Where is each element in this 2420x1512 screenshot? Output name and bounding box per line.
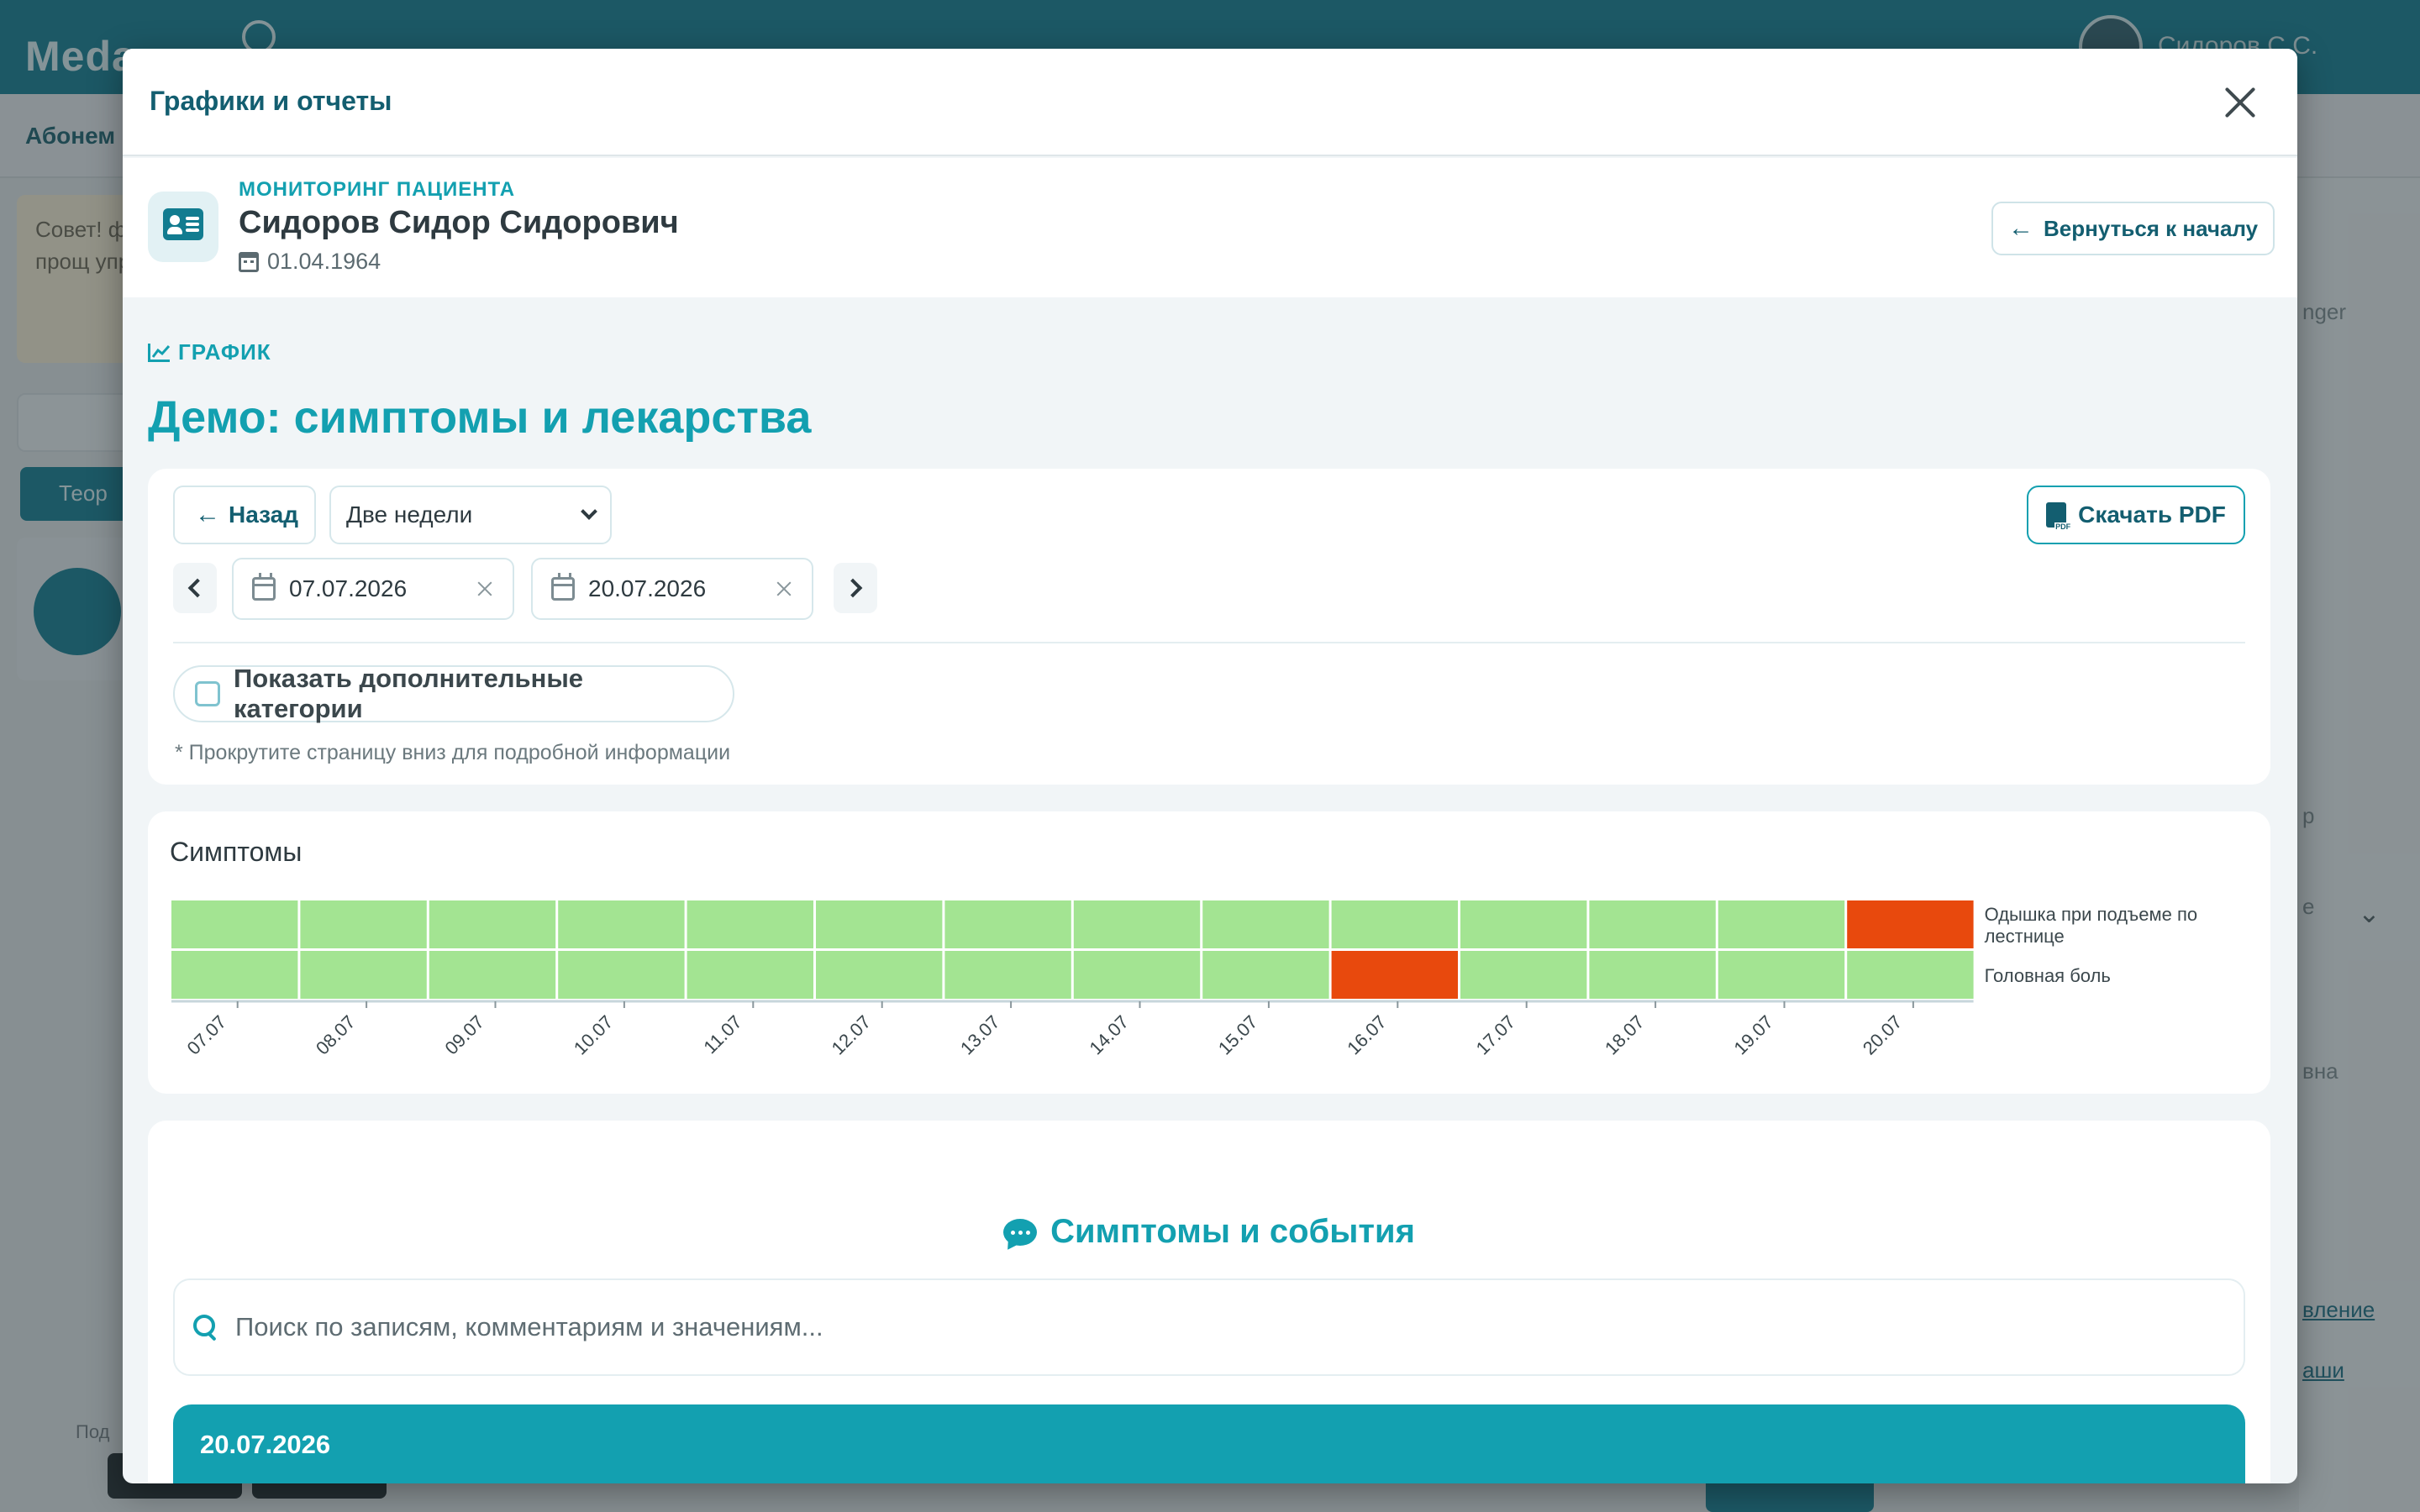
arrow-left-icon: ← <box>195 501 220 528</box>
patient-dob: 01.04.1964 <box>239 249 381 275</box>
heatmap-cell <box>1202 900 1329 948</box>
patient-dob-value: 01.04.1964 <box>267 249 381 274</box>
close-icon[interactable] <box>2218 81 2262 124</box>
heatmap-cell <box>1460 900 1587 948</box>
heatmap-cell <box>1847 900 1974 948</box>
show-extra-categories-toggle[interactable]: Показать дополнительные категории <box>173 664 734 723</box>
x-tick-label: 19.07 <box>1729 1011 1777 1059</box>
x-tick-label: 17.07 <box>1472 1011 1520 1059</box>
heatmap-cell <box>429 900 556 948</box>
arrow-left-icon: ← <box>2008 214 2033 242</box>
x-tick-label: 07.07 <box>183 1011 231 1059</box>
chevron-down-icon <box>581 503 597 520</box>
events-title-label: Симптомы и события <box>1050 1213 1415 1250</box>
heatmap-cell <box>944 900 1071 948</box>
calendar-icon <box>551 573 575 601</box>
date-to-value: 20.07.2026 <box>588 575 707 601</box>
divider <box>173 642 2245 643</box>
reports-modal: Графики и отчеты МОНИТОРИНГ ПАЦИЕНТА Сид… <box>123 49 2297 1483</box>
clear-icon[interactable] <box>775 580 793 598</box>
back-button[interactable]: ← Назад <box>173 486 316 544</box>
row-label: Одышка при подъеме по лестнице <box>1985 904 2198 947</box>
clear-icon[interactable] <box>476 580 494 598</box>
next-period-button[interactable] <box>834 563 877 613</box>
back-to-start-button[interactable]: ← Вернуться к началу <box>1991 202 2275 255</box>
patient-bar: МОНИТОРИНГ ПАЦИЕНТА Сидоров Сидор Сидоро… <box>123 158 2297 297</box>
calendar-icon <box>239 251 259 272</box>
date-from-value: 07.07.2026 <box>289 575 408 601</box>
heatmap-cell <box>1331 900 1458 948</box>
checkbox[interactable] <box>195 681 220 706</box>
modal-header: Графики и отчеты <box>123 49 2297 156</box>
date-from-field[interactable]: 07.07.2026 <box>232 558 514 620</box>
x-tick-label: 16.07 <box>1343 1011 1391 1059</box>
section-kicker: ГРАФИК <box>148 339 271 365</box>
heatmap-cell <box>1589 900 1716 948</box>
controls-card: ← Назад Две недели Скачать PDF 07.07.202… <box>148 469 2270 785</box>
show-extra-categories-label: Показать дополнительные категории <box>234 664 584 723</box>
x-tick-label: 11.07 <box>699 1011 745 1058</box>
comment-dots-icon <box>1003 1218 1038 1246</box>
heatmap-cell <box>558 951 685 999</box>
date-to-field[interactable]: 20.07.2026 <box>531 558 813 620</box>
heatmap-cell <box>1460 951 1587 999</box>
page-title: Демо: симптомы и лекарства <box>148 392 812 443</box>
previous-period-button[interactable] <box>173 563 217 613</box>
x-tick-label: 20.07 <box>1859 1011 1907 1059</box>
heatmap-cell <box>1073 951 1201 999</box>
search-icon <box>193 1315 218 1340</box>
x-tick-label: 12.07 <box>828 1011 876 1059</box>
x-tick-label: 18.07 <box>1601 1011 1649 1059</box>
x-tick-label: 14.07 <box>1085 1011 1133 1059</box>
chevron-right-icon <box>843 578 863 598</box>
heatmap-cell <box>1331 951 1458 999</box>
period-select[interactable]: Две недели <box>329 486 612 544</box>
download-pdf-label: Скачать PDF <box>2078 501 2226 528</box>
heatmap-cell <box>1589 951 1716 999</box>
calendar-icon <box>252 573 276 601</box>
chevron-left-icon <box>187 578 208 598</box>
heatmap-cell <box>558 900 685 948</box>
id-card-icon <box>148 192 218 262</box>
symptoms-chart-card: Симптомы Одышка при подъеме по лестнице Го… <box>148 811 2270 1094</box>
heatmap-cell <box>1718 951 1845 999</box>
heatmap-cell <box>816 900 943 948</box>
events-title: Симптомы и события <box>148 1213 2270 1251</box>
row-label: Головная боль <box>1985 965 2111 986</box>
events-search[interactable] <box>173 1278 2245 1376</box>
heatmap-cell <box>1847 951 1974 999</box>
heatmap-cell <box>1073 900 1201 948</box>
date-group-header[interactable]: 20.07.2026 <box>173 1404 2245 1483</box>
scroll-hint: * Прокрутите страницу вниз для подробной… <box>175 741 731 764</box>
pdf-file-icon <box>2046 502 2072 531</box>
heatmap-cell <box>171 900 298 948</box>
download-pdf-button[interactable]: Скачать PDF <box>2027 486 2245 544</box>
x-tick-label: 15.07 <box>1214 1011 1262 1059</box>
patient-name: Сидоров Сидор Сидорович <box>239 205 679 240</box>
x-tick-label: 13.07 <box>956 1011 1004 1059</box>
x-tick-label: 09.07 <box>440 1011 488 1059</box>
events-card: Симптомы и события 20.07.2026 <box>148 1121 2270 1483</box>
heatmap-cell <box>300 951 427 999</box>
x-tick-label: 10.07 <box>570 1011 618 1059</box>
heatmap-cell <box>429 951 556 999</box>
back-button-label: Назад <box>229 501 299 528</box>
patient-kicker: МОНИТОРИНГ ПАЦИЕНТА <box>239 178 516 201</box>
search-input[interactable] <box>235 1312 2225 1342</box>
modal-title: Графики и отчеты <box>150 86 392 116</box>
line-chart-icon <box>148 343 171 362</box>
heatmap-cell <box>1202 951 1329 999</box>
heatmap-cell <box>1718 900 1845 948</box>
heatmap-cell <box>816 951 943 999</box>
heatmap-cell <box>687 900 813 948</box>
heatmap-cell <box>687 951 813 999</box>
heatmap-cell <box>944 951 1071 999</box>
back-to-start-label: Вернуться к началу <box>2044 215 2259 241</box>
heatmap-cell <box>171 951 298 999</box>
heatmap-cell <box>300 900 427 948</box>
section-kicker-label: ГРАФИК <box>178 339 271 365</box>
symptoms-heatmap: Одышка при подъеме по лестнице Головная бо… <box>171 900 2198 1059</box>
x-tick-label: 08.07 <box>312 1011 360 1059</box>
period-select-value: Две недели <box>346 501 473 528</box>
